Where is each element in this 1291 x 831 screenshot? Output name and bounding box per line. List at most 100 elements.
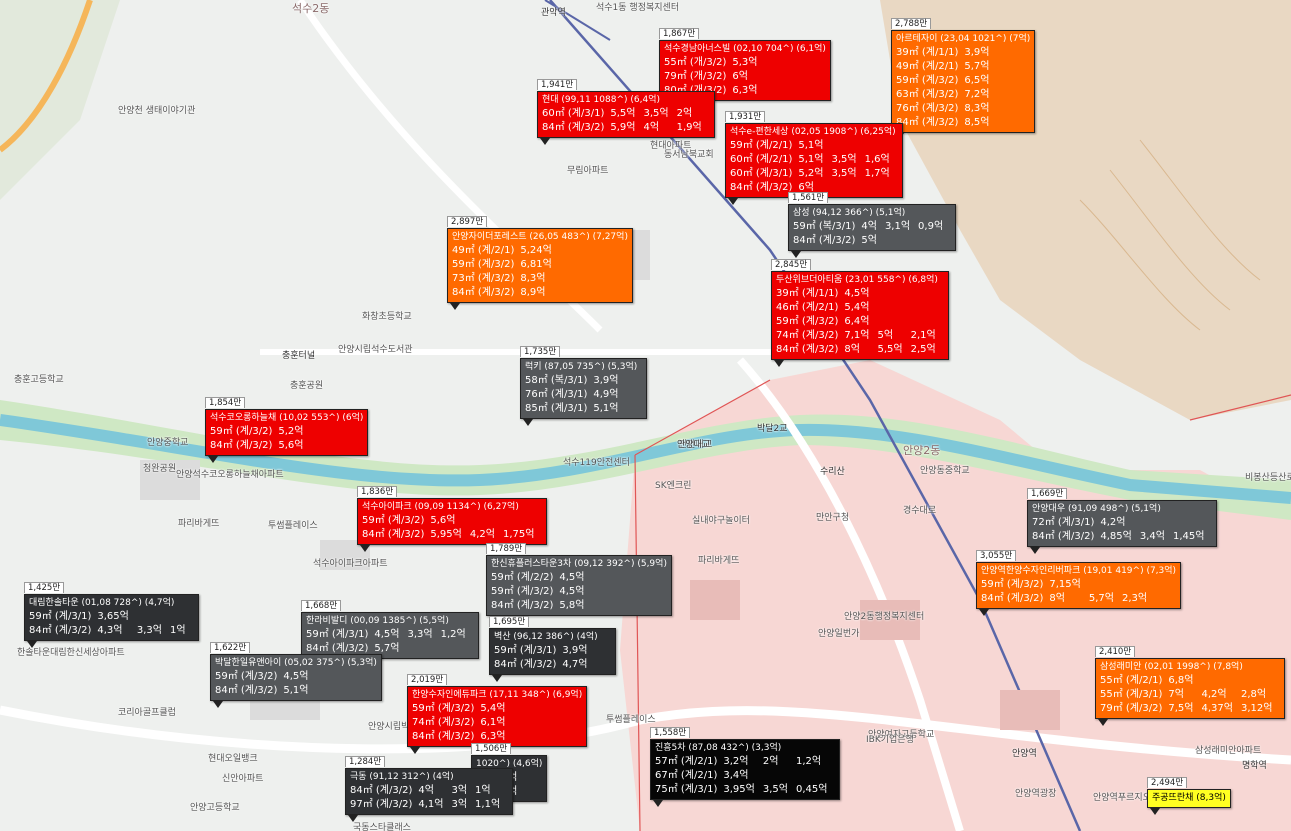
unit-type: 55㎡ (개/3/2) — [664, 57, 727, 68]
price-row: 59㎡ (계/3/2) 5,6억 — [362, 514, 542, 528]
map-label: 석수아이파크아파트 — [313, 559, 388, 569]
price-row: 63㎡ (계/3/2) 7,2억 — [896, 88, 1013, 102]
unit-type: 59㎡ (계/3/2) — [491, 586, 554, 597]
price-row: 59㎡ (계/3/2) 6,4억 — [776, 315, 944, 329]
unit-type: 49㎡ (계/2/1) — [452, 245, 515, 256]
apartment-listing-card[interactable]: 1,854만 석수코오롱하늘채 (10,02 553^) (6억) 59㎡ (계/3… — [205, 390, 369, 463]
unit-type: 84㎡ (계/3/2) — [350, 785, 413, 796]
jeonse-price — [525, 771, 533, 785]
unit-type: 60㎡ (계/2/1) — [730, 154, 793, 165]
apartment-name: 극동 (91,12 312^) (4억) — [350, 772, 454, 782]
apartment-listing-card[interactable]: 2,845만 두산위브더아티움 (23,01 558^) (6,8억) 39㎡ (계… — [771, 252, 949, 367]
price-row: 84㎡ (계/3/2) 8억 5,7억 2,3억 — [981, 592, 1155, 606]
apartment-listing-card[interactable]: 2,788만 아르테자이 (23,04 1021^) (7억) 39㎡ (계/1/1… — [891, 11, 1036, 140]
price-per-pyeong-badge: 1,735만 — [520, 346, 561, 357]
unit-type: 59㎡ (계/3/2) — [412, 703, 475, 714]
listing-card-body: 안양자이더포레스트 (26,05 483^) (7,27억) 49㎡ (계/2/1… — [447, 228, 633, 303]
sale-price: 5,4억 — [844, 302, 870, 313]
apartment-listing-card[interactable]: 1,735만 럭키 (87,05 735^) (5,3억) 58㎡ (복/3/1) 3… — [520, 339, 648, 426]
listing-card-body: 럭키 (87,05 735^) (5,3억) 58㎡ (복/3/1) 3,9억 76㎡… — [520, 358, 648, 419]
price-per-pyeong-badge: 1,867만 — [659, 28, 700, 39]
apartment-listing-card[interactable]: 1,425만 대림한솔타운 (01,08 728^) (4,7억) 59㎡ (계/3… — [24, 575, 199, 648]
jeonse-price: 5,5억 — [877, 344, 903, 355]
apartment-name: 럭키 (87,05 735^) (5,3억) — [525, 362, 638, 372]
unit-type: 59㎡ (계/3/2) — [215, 671, 278, 682]
jeonse-price — [311, 439, 319, 453]
apartment-listing-card[interactable]: 1,284만 극동 (91,12 312^) (4억) 84㎡ (계/3/2) 4억 3… — [345, 749, 514, 822]
jeonse-price: 5,7억 — [1088, 593, 1114, 604]
price-row: 49㎡ (계/2/1) 5,7억 — [896, 60, 1013, 74]
card-pointer — [208, 456, 218, 463]
sale-price: 4,2억 — [1100, 517, 1126, 528]
unit-type: 59㎡ (계/3/2) — [776, 316, 839, 327]
card-pointer — [979, 609, 989, 616]
price-per-pyeong-badge: 1,695만 — [489, 616, 530, 627]
gap-price — [911, 287, 944, 301]
apartment-listing-card[interactable]: 1,558만 진흥5차 (87,08 432^) (3,3억) 57㎡ (계/2/1… — [650, 720, 841, 807]
gap-price — [796, 769, 835, 783]
map-canvas[interactable]: 석수2동 관악역 석수1동 행정복지센터 안양천 생태이야기관 현대아파트 무림아파트 동서… — [0, 0, 1291, 831]
apartment-listing-card[interactable]: 3,055만 안양역한양수자인리버파크 (19,01 419^) (7,3억) 59… — [976, 543, 1182, 616]
unit-type: 59㎡ (계/3/2) — [210, 426, 273, 437]
price-row: 84㎡ (계/3/2) 4억 3억 1억 — [350, 784, 508, 798]
gap-price — [1005, 102, 1013, 116]
unit-type: 46㎡ (계/2/1) — [776, 302, 839, 313]
sale-price: 8,3억 — [964, 103, 990, 114]
gap-price: 1억 — [475, 785, 491, 796]
jeonse-price — [626, 374, 634, 388]
map-label: 파리바게뜨 — [178, 519, 220, 529]
card-pointer — [1098, 719, 1108, 726]
price-row: 55㎡ (개/3/2) 5,3억 — [664, 56, 781, 70]
apartment-name: 현대 (99,11 1088^) (6,4억) — [542, 95, 660, 105]
jeonse-price — [763, 769, 796, 783]
unit-type: 60㎡ (계/3/1) — [542, 108, 605, 119]
map-label: 안양시립석수도서관 — [338, 345, 413, 355]
price-row: 60㎡ (계/3/1) 5,2억 3,5억 1,7억 — [730, 167, 898, 181]
sale-price: 3,9억 — [562, 645, 588, 656]
price-per-pyeong-badge: 1,561만 — [788, 192, 829, 203]
unit-type: 84㎡ (계/3/2) — [776, 344, 839, 355]
unit-type: 75㎡ (계/3/1) — [655, 784, 718, 795]
unit-type: 85㎡ (계/3/1) — [525, 403, 588, 414]
jeonse-price — [1140, 516, 1173, 530]
apartment-listing-card[interactable]: 2,494만 주공뜨란채 (8,3억) — [1147, 770, 1231, 815]
unit-type: 84㎡ (계/3/2) — [210, 440, 273, 451]
unit-type: 84㎡ (계/3/2) — [1032, 531, 1095, 542]
apartment-listing-card[interactable]: 2,410만 삼성래미안 (02,01 1998^) (7,8억) 55㎡ (계/2… — [1095, 639, 1286, 726]
gap-price — [170, 610, 194, 624]
card-pointer — [360, 545, 370, 552]
unit-type: 39㎡ (계/1/1) — [776, 288, 839, 299]
apartment-listing-card[interactable]: 1,561만 삼성 (94,12 366^) (5,1억) 59㎡ (복/3/1) 4… — [788, 185, 957, 258]
listing-card-body: 극동 (91,12 312^) (4억) 84㎡ (계/3/2) 4억 3억 1억 97㎡… — [345, 768, 514, 815]
sale-price: 4,5억 — [559, 572, 585, 583]
sale-price: 6,5억 — [964, 75, 990, 86]
jeonse-price — [595, 644, 603, 658]
unit-type: 84㎡ (계/3/2) — [362, 529, 425, 540]
jeonse-price — [626, 402, 634, 416]
apartment-name: 안양대우 (91,09 498^) (5,1억) — [1032, 504, 1161, 514]
apartment-name: 두산위브더아티움 (23,01 558^) (6,8억) — [776, 275, 938, 285]
listing-card-body: 삼성 (94,12 366^) (5,1억) 59㎡ (복/3/1) 4억 3,1억 0… — [788, 204, 957, 251]
apartment-listing-card[interactable]: 2,897만 안양자이더포레스트 (26,05 483^) (7,27억) 49㎡ … — [447, 209, 633, 310]
price-row: 84㎡ (계/3/2) 5,6억 — [210, 439, 327, 453]
card-pointer — [523, 419, 533, 426]
apartment-name: 대림한솔타운 (01,08 728^) (4,7억) — [29, 598, 175, 608]
unit-type: 57㎡ (계/2/1) — [655, 756, 718, 767]
sale-price: 3,9억 — [593, 375, 619, 386]
price-row: 73㎡ (계/3/2) 8,3억 — [452, 272, 576, 286]
card-pointer — [728, 198, 738, 205]
apartment-name: 박달한일유앤아이 (05,02 375^) (5,3억) — [215, 658, 377, 668]
price-row: 84㎡ (계/3/2) 5,9억 4억 1,9억 — [542, 121, 710, 135]
apartment-listing-card[interactable]: 1,622만 박달한일유앤아이 (05,02 375^) (5,3억) 59㎡ (계… — [210, 635, 382, 708]
gap-price — [634, 402, 642, 416]
apartment-name: 진흥5차 (87,08 432^) (3,3억) — [655, 743, 782, 753]
unit-type: 84㎡ (계/3/2) — [793, 235, 856, 246]
gap-price: 2,5억 — [910, 344, 936, 355]
sale-price: 7,1억 — [844, 330, 870, 341]
price-row: 59㎡ (계/2/2) 4,5억 — [491, 571, 608, 585]
price-table: 59㎡ (계/3/2) 4,5억 84㎡ (계/3/2) 5,1억 — [215, 670, 332, 698]
apartment-listing-card[interactable]: 1,941만 현대 (99,11 1088^) (6,4억) 60㎡ (계/3/1)… — [537, 72, 715, 145]
gap-price — [773, 84, 781, 98]
listing-card-body: 삼성래미안 (02,01 1998^) (7,8억) 55㎡ (계/2/1) 6,8… — [1095, 658, 1286, 719]
jeonse-price: 2억 — [762, 756, 779, 767]
